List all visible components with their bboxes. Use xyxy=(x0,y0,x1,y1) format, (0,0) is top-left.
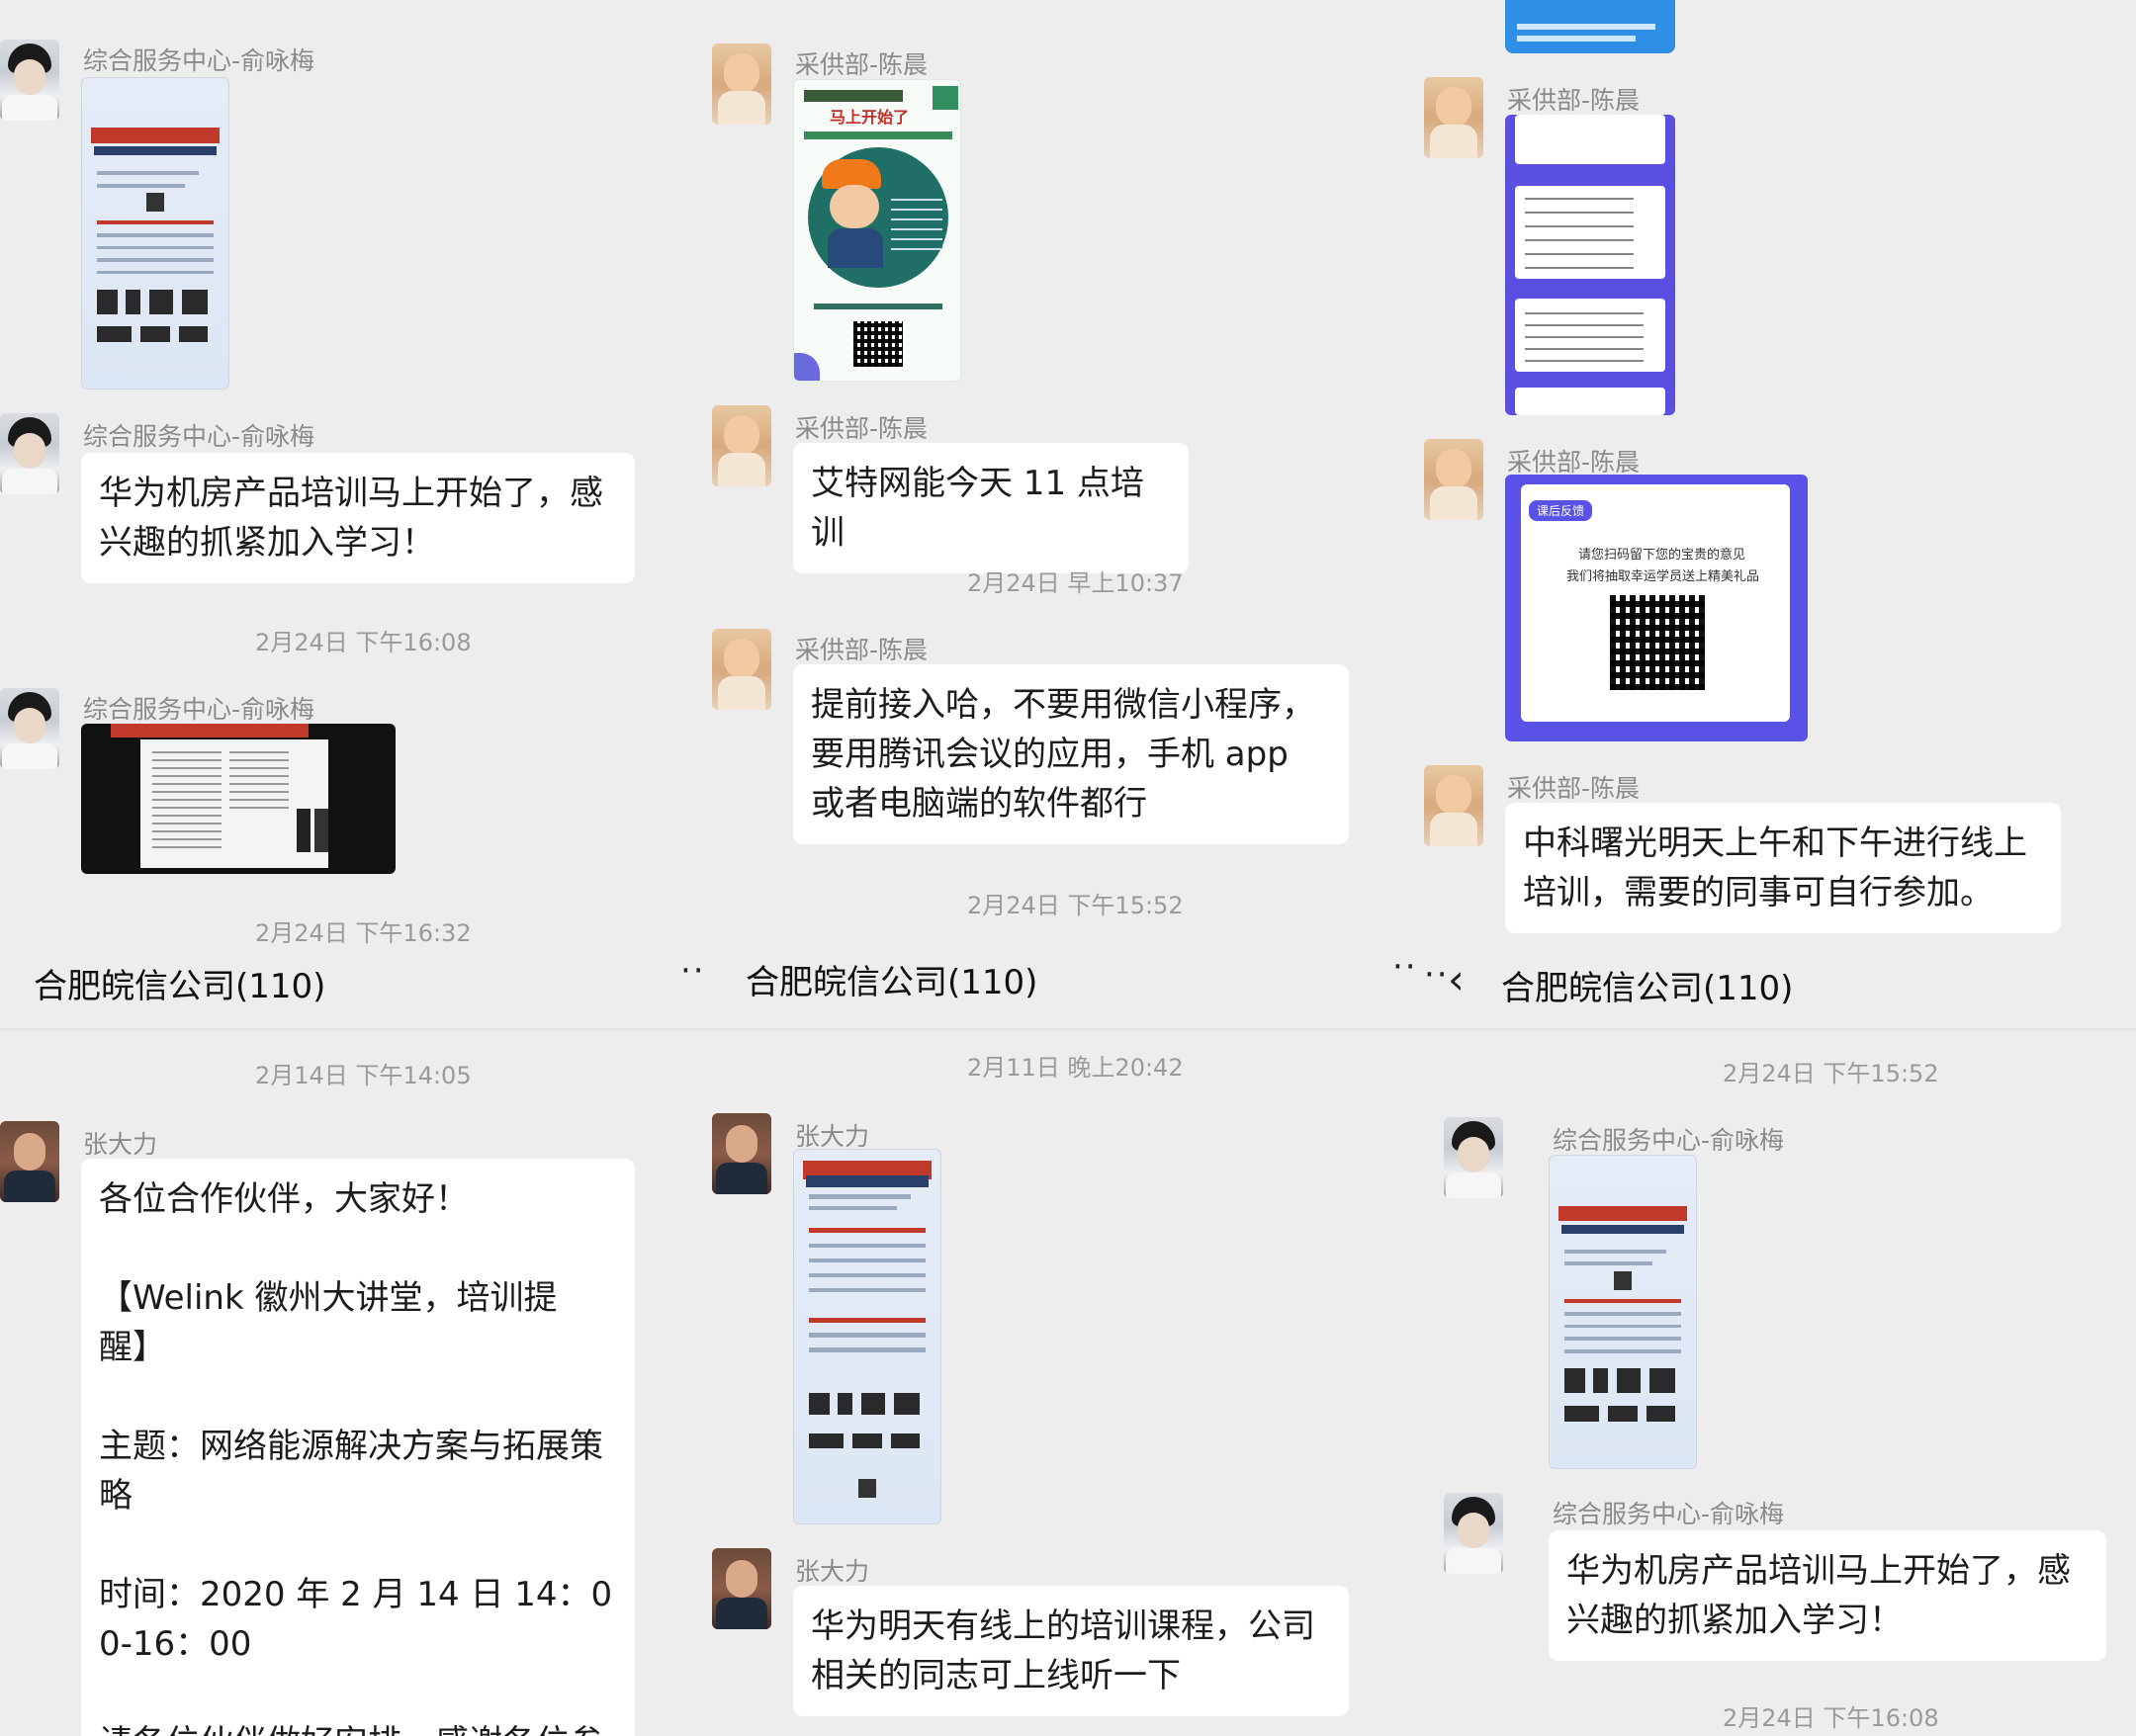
avatar[interactable] xyxy=(712,43,771,125)
back-arrow-icon[interactable]: ‹ xyxy=(1448,955,1465,1003)
timestamp: 2月24日 下午15:52 xyxy=(1723,1060,1939,1087)
sender-name: 张大力 xyxy=(795,1122,870,1151)
sender-name: 综合服务中心-俞咏梅 xyxy=(83,46,315,75)
feedback-text: 请您扫码留下您的宝贵的意见 xyxy=(1578,548,1746,563)
avatar[interactable] xyxy=(1424,439,1483,520)
avatar[interactable] xyxy=(1424,765,1483,846)
timestamp: 2月11日 晚上20:42 xyxy=(967,1054,1184,1082)
panel-bottom-left: 2月14日 下午14:05 张大力 各位合作伙伴，大家好！ 【Welink 徽州… xyxy=(0,1030,712,1736)
collage-canvas: 综合服务中心-俞咏梅 综合服务中心-俞咏梅 华为机房产品培训马上开始了，感兴趣的… xyxy=(0,0,2136,1736)
sender-name: 综合服务中心-俞咏梅 xyxy=(83,422,315,451)
timestamp: 2月24日 下午16:08 xyxy=(1723,1704,1939,1732)
panel-top-middle: 采供部-陈晨 马上开始了 采供部-陈晨 艾特网能今天 11 点培训 2月24日 … xyxy=(712,0,1424,1028)
panel-top-left: 综合服务中心-俞咏梅 综合服务中心-俞咏梅 华为机房产品培训马上开始了，感兴趣的… xyxy=(0,0,712,1028)
image-message-flowchart[interactable] xyxy=(1505,115,1675,415)
chat-title: 合肥皖信公司(110) xyxy=(746,963,1038,1002)
sender-name: 综合服务中心-俞咏梅 xyxy=(83,695,315,724)
qr-code[interactable] xyxy=(1610,595,1705,690)
chat-title: 合肥皖信公司(110) xyxy=(34,967,326,1006)
image-message-feedback-qr[interactable]: 课后反馈 请您扫码留下您的宝贵的意见 我们将抽取幸运学员送上精美礼品 xyxy=(1505,475,1808,741)
image-message-slide[interactable] xyxy=(81,724,396,874)
timestamp: 2月24日 下午16:32 xyxy=(255,919,472,947)
sender-name: 张大力 xyxy=(83,1130,158,1159)
panel-top-right: 采供部-陈晨 采供部-陈晨 课后反馈 请您扫码留下您的宝贵的意见 我们将抽取幸运… xyxy=(1424,0,2136,1028)
avatar[interactable] xyxy=(0,688,59,769)
avatar[interactable] xyxy=(1444,1493,1503,1574)
image-message-partial[interactable] xyxy=(1505,0,1675,53)
feedback-text: 我们将抽取幸运学员送上精美礼品 xyxy=(1566,569,1760,584)
sender-name: 采供部-陈晨 xyxy=(1507,774,1641,803)
sender-name: 采供部-陈晨 xyxy=(1507,448,1641,477)
avatar[interactable] xyxy=(0,413,59,494)
image-message-poster[interactable] xyxy=(793,1149,941,1524)
avatar[interactable] xyxy=(1444,1117,1503,1198)
sender-name: 采供部-陈晨 xyxy=(795,636,929,664)
timestamp: 2月24日 早上10:37 xyxy=(967,569,1184,597)
text-message[interactable]: 华为明天有线上的培训课程，公司相关的同志可上线听一下 xyxy=(793,1586,1349,1716)
timestamp: 2月14日 下午14:05 xyxy=(255,1062,472,1089)
text-message[interactable]: 华为机房产品培训马上开始了，感兴趣的抓紧加入学习！ xyxy=(1549,1530,2106,1661)
panel-bottom-right: 2月24日 下午15:52 综合服务中心-俞咏梅 综合服务中心-俞咏梅 华为机房… xyxy=(1424,1030,2136,1736)
timestamp: 2月24日 下午16:08 xyxy=(255,629,472,656)
sender-name: 采供部-陈晨 xyxy=(795,50,929,79)
text-message[interactable]: 各位合作伙伴，大家好！ 【Welink 徽州大讲堂，培训提醒】 主题：网络能源解… xyxy=(81,1159,635,1736)
avatar[interactable] xyxy=(712,1548,771,1629)
panel-bottom-middle: 2月11日 晚上20:42 张大力 张大力 华为明天有线上的培训课程，公司相关的… xyxy=(712,1030,1424,1736)
image-message-poster[interactable] xyxy=(81,77,229,390)
poster-title: 马上开始了 xyxy=(830,108,910,127)
sender-name: 采供部-陈晨 xyxy=(795,414,929,443)
chat-title: 合肥皖信公司(110) xyxy=(1501,969,1794,1008)
avatar[interactable] xyxy=(712,405,771,486)
timestamp: 2月24日 下午15:52 xyxy=(967,892,1184,919)
sender-name: 张大力 xyxy=(795,1557,870,1586)
text-message[interactable]: 艾特网能今天 11 点培训 xyxy=(793,443,1189,573)
more-dots-icon[interactable]: ·· xyxy=(1392,947,1418,987)
feedback-tag: 课后反馈 xyxy=(1529,500,1593,521)
avatar[interactable] xyxy=(1424,77,1483,158)
text-message[interactable]: 华为机房产品培训马上开始了，感兴趣的抓紧加入学习！ xyxy=(81,453,635,583)
avatar[interactable] xyxy=(0,40,59,121)
more-dots-icon[interactable]: ·· xyxy=(1424,955,1450,995)
more-dots-icon[interactable]: ·· xyxy=(680,951,706,991)
avatar[interactable] xyxy=(0,1121,59,1202)
sender-name: 采供部-陈晨 xyxy=(1507,86,1641,115)
avatar[interactable] xyxy=(712,1113,771,1194)
sender-name: 综合服务中心-俞咏梅 xyxy=(1553,1500,1785,1528)
text-message[interactable]: 中科曙光明天上午和下午进行线上培训，需要的同事可自行参加。 xyxy=(1505,803,2061,933)
image-message-poster[interactable]: 马上开始了 xyxy=(793,79,961,382)
text-message[interactable]: 提前接入哈，不要用微信小程序，要用腾讯会议的应用，手机 app 或者电脑端的软件… xyxy=(793,664,1349,844)
image-message-poster[interactable] xyxy=(1549,1155,1697,1469)
sender-name: 综合服务中心-俞咏梅 xyxy=(1553,1126,1785,1155)
avatar[interactable] xyxy=(712,629,771,710)
